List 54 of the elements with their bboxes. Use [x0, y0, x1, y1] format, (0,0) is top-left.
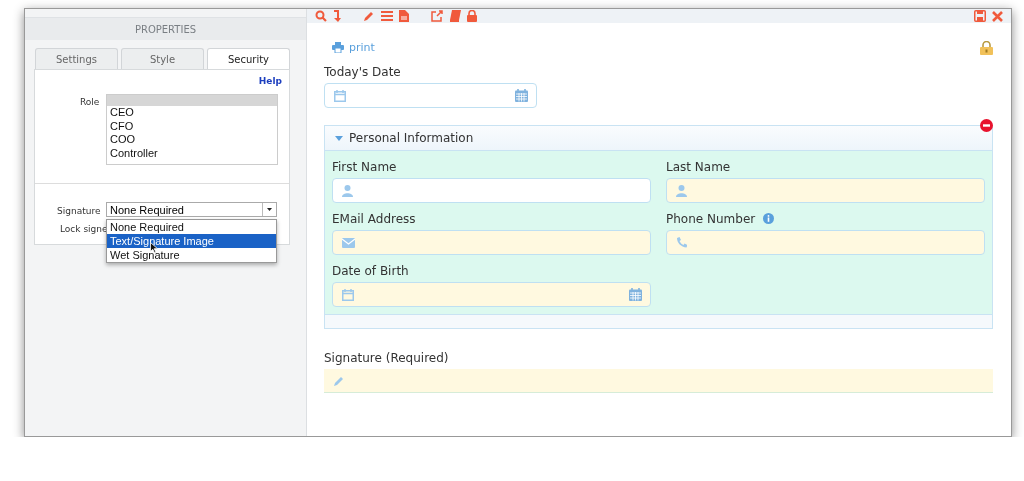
role-listbox[interactable]: CEO CFO COO Controller — [106, 94, 278, 165]
field-label: Date of Birth — [332, 263, 409, 278]
external-link-icon[interactable] — [431, 10, 443, 22]
tab[interactable]: Style — [121, 48, 204, 69]
field-label: Signature (Required) — [324, 350, 450, 365]
field-label: Last Name — [666, 159, 731, 174]
role-label: Role — [80, 97, 100, 107]
input-field[interactable] — [332, 230, 651, 255]
search-icon[interactable] — [315, 10, 327, 22]
calendar-icon — [334, 89, 346, 102]
info-icon[interactable] — [763, 213, 775, 224]
list-icon[interactable] — [381, 10, 393, 22]
help-link[interactable]: Help — [258, 76, 282, 86]
book-icon[interactable] — [449, 10, 461, 22]
printer-icon — [332, 42, 344, 53]
remove-icon[interactable] — [980, 119, 993, 132]
pencil-icon[interactable] — [363, 10, 375, 22]
document-icon[interactable] — [399, 10, 409, 22]
lock-icon[interactable] — [467, 10, 477, 22]
pencil-icon — [333, 374, 345, 387]
phone-icon — [676, 237, 687, 248]
field-label: Today's Date — [324, 64, 402, 79]
save-icon[interactable] — [974, 10, 986, 22]
caret-icon — [267, 208, 272, 211]
person-icon — [342, 184, 353, 197]
close-icon[interactable] — [992, 10, 1003, 22]
role-option[interactable]: COO — [107, 133, 277, 147]
panel-title: PROPERTIES — [25, 17, 306, 40]
tab[interactable]: Settings — [35, 48, 118, 69]
input-field[interactable] — [666, 230, 985, 255]
expand-caret-icon[interactable] — [335, 135, 343, 141]
down-arrow-icon[interactable] — [333, 10, 341, 22]
calendar-icon[interactable] — [515, 89, 528, 102]
signature-label: Signature — [57, 206, 101, 216]
role-option[interactable]: Controller — [107, 146, 277, 160]
role-option[interactable]: CFO — [107, 119, 277, 133]
field-label: Phone Number — [666, 211, 756, 226]
input-field[interactable] — [666, 178, 985, 203]
tab[interactable]: Security — [207, 48, 290, 69]
input-field[interactable] — [332, 178, 651, 203]
date-field[interactable] — [332, 282, 651, 307]
date-field[interactable] — [324, 83, 537, 108]
calendar-icon[interactable] — [629, 288, 642, 301]
menu-option[interactable]: Wet Signature — [107, 248, 276, 262]
menu-option[interactable]: None Required — [107, 220, 276, 234]
field-label: First Name — [332, 159, 397, 174]
signature-field[interactable] — [324, 369, 993, 393]
signature-dropdown[interactable]: None Required — [106, 202, 277, 217]
envelope-icon — [342, 237, 355, 248]
section-title: Personal Information — [349, 131, 474, 145]
calendar-icon — [342, 288, 354, 301]
field-label: EMail Address — [332, 211, 416, 226]
person-icon — [676, 184, 687, 197]
role-option[interactable]: CEO — [107, 106, 277, 120]
